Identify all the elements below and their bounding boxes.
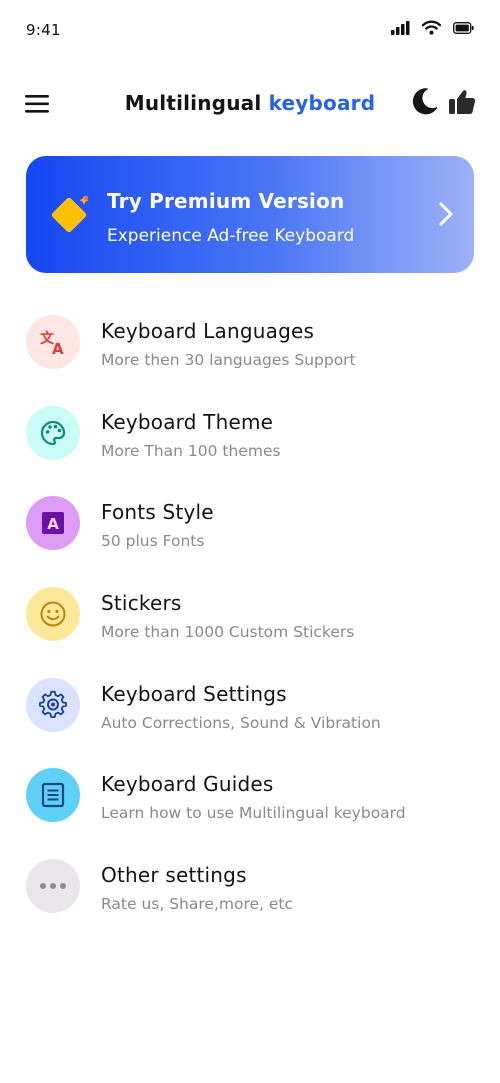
menu-item-subtitle: Learn how to use Multilingual keyboard <box>101 804 406 823</box>
wifi-icon <box>422 20 441 35</box>
smiley-icon-circle <box>26 587 80 642</box>
settings-menu-list: 文 A Keyboard Languages More then 30 lang… <box>0 302 500 937</box>
menu-item-subtitle: Rate us, Share,more, etc <box>101 895 294 914</box>
document-icon-circle <box>26 768 80 823</box>
document-icon <box>41 783 65 808</box>
font-icon-circle: A <box>26 496 80 551</box>
menu-item-title: Keyboard Languages <box>101 319 315 343</box>
menu-item-title: Stickers <box>101 591 182 616</box>
palette-icon <box>40 420 66 445</box>
moon-icon[interactable] <box>409 86 439 116</box>
menu-item-stickers[interactable]: Stickers More than 1000 Custom Stickers <box>0 574 500 665</box>
menu-item-subtitle: More than 1000 Custom Stickers <box>101 623 355 642</box>
more-dots-icon <box>40 883 66 890</box>
premium-title: Try Premium Version <box>107 189 345 213</box>
menu-item-title: Keyboard Settings <box>101 681 287 706</box>
premium-banner[interactable]: Try Premium Version Experience Ad-free K… <box>26 156 474 273</box>
gear-icon <box>39 690 67 718</box>
battery-icon <box>453 21 474 34</box>
menu-item-other-settings[interactable]: Other settings Rate us, Share,more, etc <box>0 846 500 937</box>
chevron-right-icon <box>439 202 453 226</box>
premium-subtitle: Experience Ad-free Keyboard <box>107 226 355 246</box>
palette-icon-circle <box>26 405 80 460</box>
cellular-signal-icon <box>391 20 410 35</box>
menu-item-subtitle: 50 plus Fonts <box>101 532 205 551</box>
gear-icon-circle <box>26 677 80 732</box>
menu-item-subtitle: Auto Corrections, Sound & Vibration <box>101 713 381 732</box>
status-bar: 9:41 <box>0 0 500 60</box>
menu-item-keyboard-theme[interactable]: Keyboard Theme More Than 100 themes <box>0 393 500 484</box>
translate-icon: 文 A <box>40 330 64 357</box>
status-time: 9:41 <box>26 21 61 39</box>
diamond-icon <box>51 195 89 233</box>
svg-text:A: A <box>47 515 59 533</box>
menu-item-keyboard-languages[interactable]: 文 A Keyboard Languages More then 30 lang… <box>0 302 500 393</box>
font-icon: A <box>42 512 64 535</box>
menu-item-fonts-style[interactable]: A Fonts Style 50 plus Fonts <box>0 483 500 574</box>
more-dots-icon-circle <box>26 859 80 914</box>
menu-item-title: Keyboard Theme <box>101 409 274 434</box>
svg-text:A: A <box>52 340 64 357</box>
translate-icon-circle: 文 A <box>26 315 80 369</box>
app-title-accent: keyboard <box>268 91 376 115</box>
menu-item-subtitle: More Than 100 themes <box>101 441 281 460</box>
menu-item-title: Other settings <box>101 863 247 888</box>
menu-item-keyboard-settings[interactable]: Keyboard Settings Auto Corrections, Soun… <box>0 665 500 756</box>
smiley-icon <box>40 601 66 627</box>
app-title-main: Multilingual <box>124 91 262 115</box>
menu-item-subtitle: More then 30 languages Support <box>101 351 356 369</box>
thumbs-up-icon[interactable] <box>448 88 476 116</box>
menu-item-title: Fonts Style <box>101 500 214 525</box>
status-icons <box>391 20 474 35</box>
menu-item-title: Keyboard Guides <box>101 772 274 797</box>
app-header: Multilingual keyboard <box>0 80 500 128</box>
menu-item-keyboard-guides[interactable]: Keyboard Guides Learn how to use Multili… <box>0 755 500 846</box>
